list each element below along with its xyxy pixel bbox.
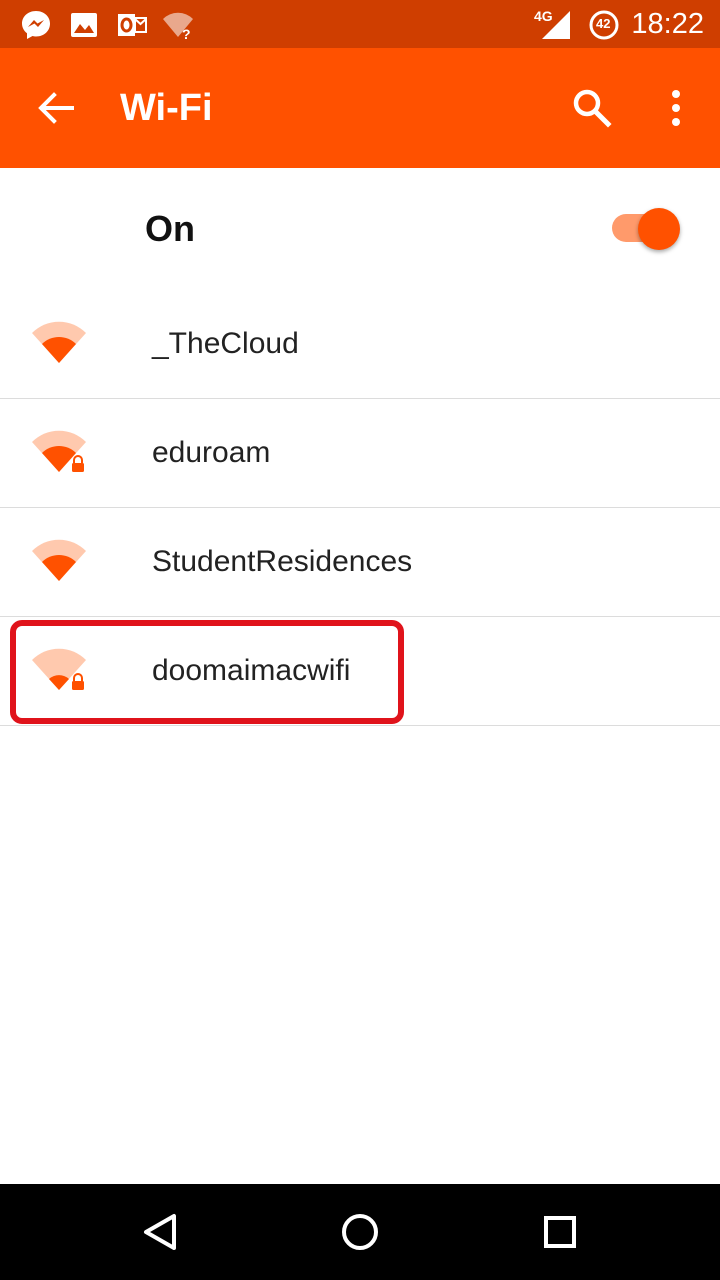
network-ssid: _TheCloud <box>152 327 299 360</box>
wifi-weak-signal-lock-icon <box>32 648 86 690</box>
network-ssid: eduroam <box>152 436 271 469</box>
wifi-unknown-icon: ? <box>163 12 193 41</box>
status-bar: ? 4G 42 18:22 <box>0 0 720 48</box>
home-circle-icon[interactable] <box>336 1208 384 1256</box>
wifi-signal-icon <box>32 539 86 581</box>
nav-bar <box>0 1184 720 1280</box>
wifi-switch-label: On <box>145 208 195 249</box>
app-bar: Wi-Fi <box>0 48 720 168</box>
page-title: Wi-Fi <box>120 87 213 129</box>
more-vert-icon[interactable] <box>656 84 696 132</box>
network-list: _TheCloud eduroam StudentResidences doom… <box>0 290 720 726</box>
recents-square-icon[interactable] <box>536 1208 584 1256</box>
network-item[interactable]: doomaimacwifi <box>0 617 720 726</box>
clock: 18:22 <box>631 8 704 40</box>
wifi-toggle-thumb[interactable] <box>638 208 680 250</box>
network-item[interactable]: _TheCloud <box>0 290 720 399</box>
svg-text:?: ? <box>182 26 191 41</box>
back-arrow-icon[interactable] <box>32 88 80 128</box>
network-item[interactable]: eduroam <box>0 399 720 508</box>
wifi-switch-row[interactable]: On <box>0 168 720 290</box>
wifi-signal-icon <box>32 321 86 363</box>
gallery-icon <box>71 13 97 37</box>
cell-signal-icon <box>542 11 570 39</box>
network-item[interactable]: StudentResidences <box>0 508 720 617</box>
search-icon[interactable] <box>568 84 616 132</box>
outlook-icon <box>118 14 147 36</box>
back-triangle-icon[interactable] <box>136 1208 184 1256</box>
wifi-signal-lock-icon <box>32 430 86 472</box>
network-ssid: doomaimacwifi <box>152 654 351 687</box>
battery-level: 42 <box>596 16 611 31</box>
network-ssid: StudentResidences <box>152 545 413 578</box>
messenger-icon <box>22 11 50 39</box>
